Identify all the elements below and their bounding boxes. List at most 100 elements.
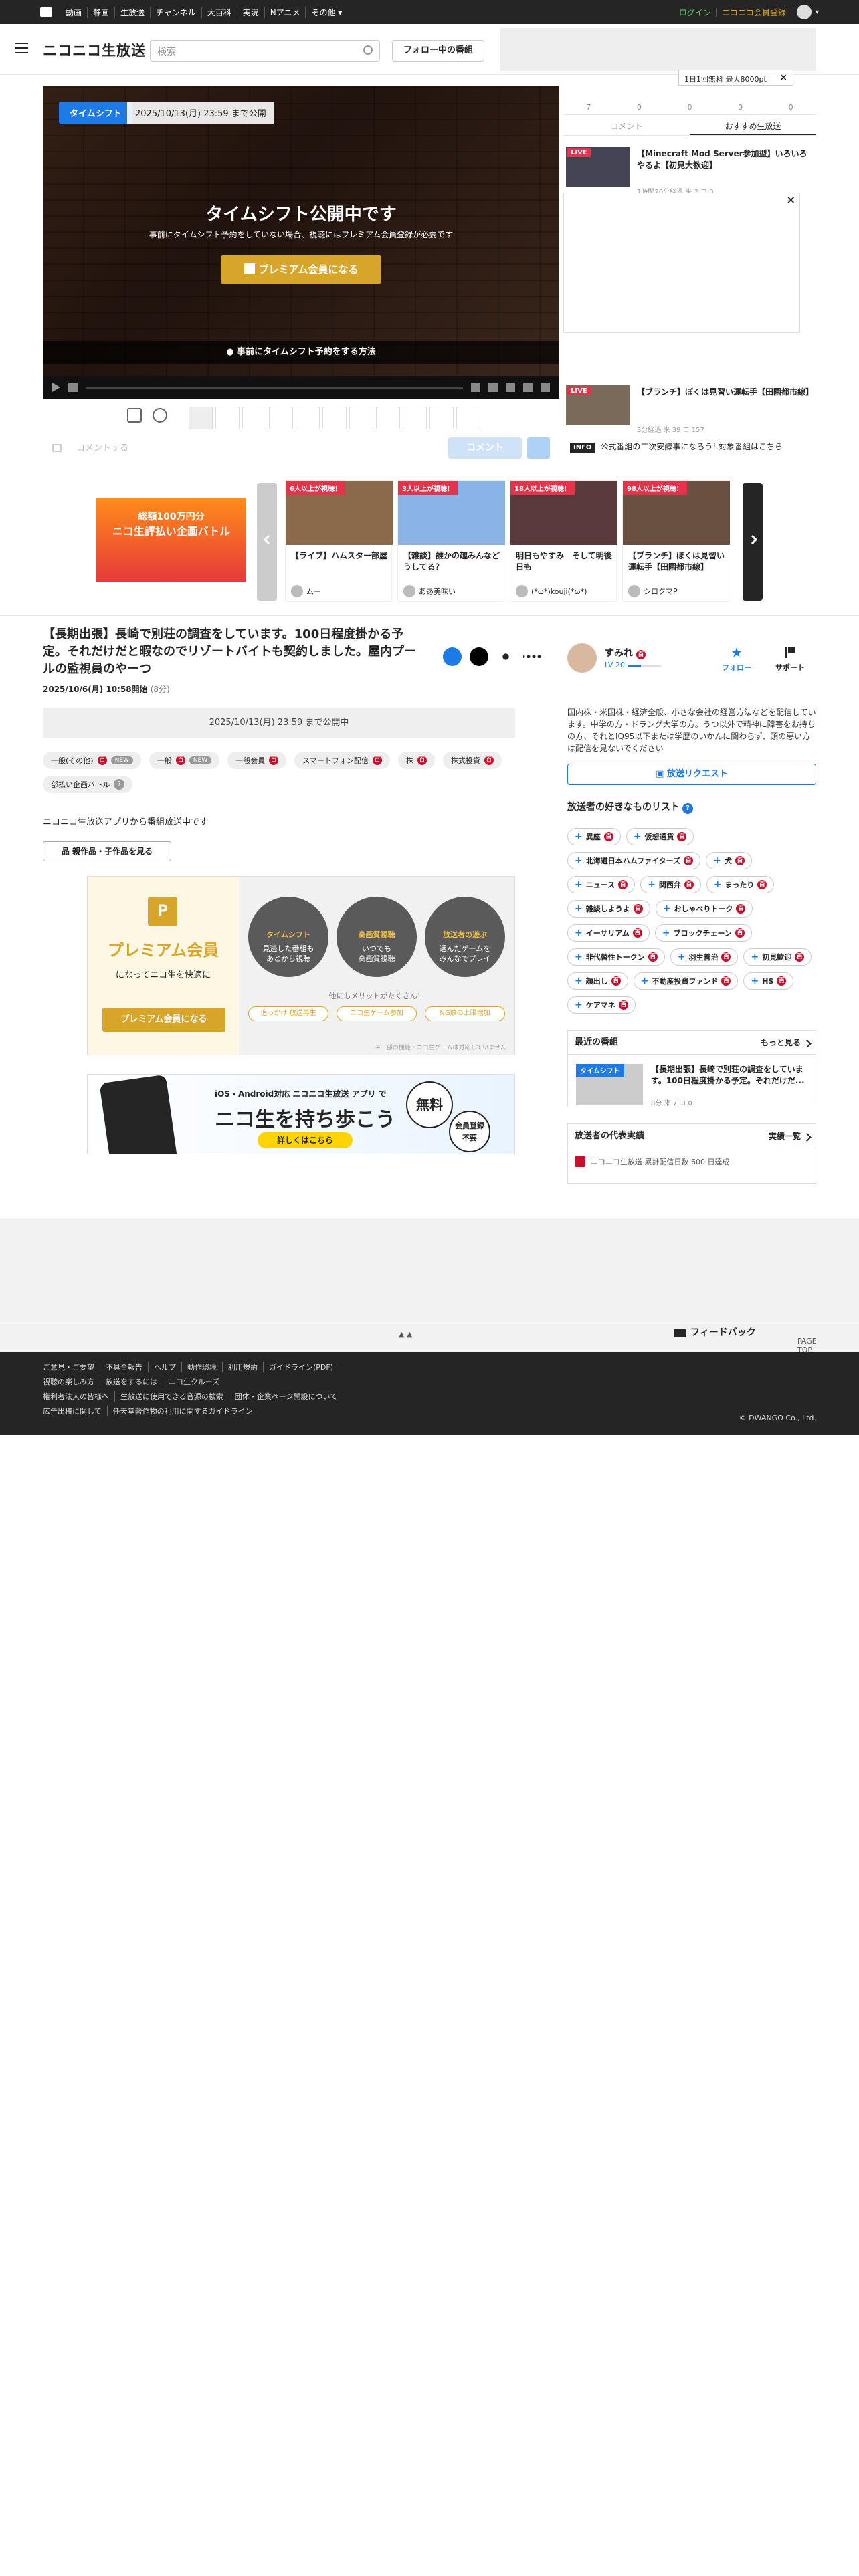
dic-icon[interactable]: 百 bbox=[684, 880, 694, 889]
fav-item[interactable]: + 仮想通貨百 bbox=[626, 828, 694, 845]
footer-link[interactable]: 広告出稿に関して bbox=[43, 1406, 107, 1416]
footer-link[interactable]: 利用規約 bbox=[222, 1362, 263, 1372]
dic-icon[interactable]: 百 bbox=[795, 952, 805, 962]
gift-slot[interactable] bbox=[403, 407, 427, 429]
dic-icon[interactable]: 百 bbox=[175, 756, 185, 765]
fav-item[interactable]: + 北海道日本ハムファイターズ百 bbox=[567, 852, 701, 869]
footer-link[interactable]: 任天堂著作物の利用に関するガイドライン bbox=[106, 1406, 258, 1416]
gift-slot[interactable] bbox=[349, 407, 373, 429]
dic-icon[interactable]: 百 bbox=[735, 856, 745, 865]
niconico-tv-icon[interactable] bbox=[40, 7, 52, 17]
share-icon[interactable] bbox=[496, 647, 515, 666]
ad-popup[interactable]: × bbox=[563, 193, 800, 333]
footer-link[interactable]: ガイドライン(PDF) bbox=[263, 1362, 339, 1372]
play-icon[interactable] bbox=[52, 383, 60, 392]
dic-icon[interactable]: 百 bbox=[372, 756, 382, 765]
dic-icon[interactable]: 百 bbox=[97, 756, 107, 765]
close-icon[interactable]: × bbox=[779, 72, 787, 83]
info-row[interactable]: INFO 公式番組の二次安醇事になろう! 対象番組はこちら bbox=[563, 435, 816, 459]
page-top-link[interactable]: ▲ PAGE TOP ▲ bbox=[399, 1330, 817, 1354]
fav-item[interactable]: + 異座百 bbox=[567, 828, 621, 845]
fav-item[interactable]: + ケアマネ百 bbox=[567, 996, 636, 1014]
search-input[interactable]: 検索 bbox=[150, 40, 380, 62]
fav-item[interactable]: + 雑談しようよ百 bbox=[567, 900, 650, 918]
recommend-item[interactable]: LIVE 【ブランチ】ぼくは見習い運転手【田園都市線】 3分経過 来 39 コ … bbox=[566, 385, 814, 436]
footer-link[interactable]: 動作環境 bbox=[181, 1362, 222, 1372]
app-details-button[interactable]: 詳しくはこちら bbox=[258, 1132, 353, 1148]
premium-promo-button[interactable]: プレミアム会員になる bbox=[102, 1008, 225, 1032]
emotion-icon[interactable] bbox=[153, 408, 167, 423]
fav-item[interactable]: + イーサリアム百 bbox=[567, 924, 650, 942]
dic-icon[interactable]: 百 bbox=[677, 832, 687, 841]
fav-item[interactable]: + ブロックチェーン百 bbox=[654, 924, 752, 942]
recent-more-link[interactable]: もっと見る bbox=[761, 1031, 801, 1055]
gift-slot[interactable] bbox=[296, 407, 320, 429]
tag-item[interactable]: 株百 bbox=[397, 752, 435, 769]
reserve-howto-link[interactable]: ● 事前にタイムシフト予約をする方法 bbox=[43, 341, 559, 364]
follow-button[interactable]: フォロー bbox=[719, 647, 755, 673]
header-ad[interactable] bbox=[500, 28, 816, 71]
fav-item[interactable]: + まったり百 bbox=[706, 876, 775, 893]
dic-icon[interactable]: 百 bbox=[611, 976, 621, 986]
avatar[interactable] bbox=[567, 643, 597, 673]
gift-slot[interactable] bbox=[456, 407, 480, 429]
footer-link[interactable]: ご意見・ご要望 bbox=[43, 1362, 100, 1372]
search-icon[interactable] bbox=[363, 45, 373, 55]
tag-item[interactable]: スマートフォン配信百 bbox=[294, 752, 390, 769]
dic-icon[interactable]: 百 bbox=[417, 756, 427, 765]
dic-icon[interactable]: 百 bbox=[484, 756, 494, 765]
fav-item[interactable]: + 初見歓迎百 bbox=[743, 948, 812, 966]
site-logo[interactable]: ニコニコ生放送 bbox=[43, 40, 146, 60]
fav-item[interactable]: + 羽生善治百 bbox=[670, 948, 739, 966]
support-button[interactable]: サポート bbox=[772, 647, 808, 673]
fav-item[interactable]: + 顔出し百 bbox=[567, 972, 628, 990]
nav-seiga[interactable]: 静画 bbox=[87, 6, 114, 18]
nav-nanime[interactable]: Nアニメ bbox=[264, 6, 306, 18]
following-programs-button[interactable]: フォロー中の番組 bbox=[392, 40, 484, 62]
x-share-icon[interactable] bbox=[470, 647, 488, 666]
footer-link[interactable]: ニコ生クルーズ bbox=[163, 1376, 225, 1387]
gift-slot[interactable] bbox=[242, 407, 266, 429]
dic-icon[interactable]: 百 bbox=[269, 756, 279, 765]
achievements-more-link[interactable]: 実績一覧 bbox=[769, 1124, 801, 1148]
footer-link[interactable]: ヘルプ bbox=[148, 1362, 181, 1372]
footer-link[interactable]: 権利者法人の皆様へ bbox=[43, 1391, 114, 1402]
nav-live[interactable]: 生放送 bbox=[114, 6, 150, 18]
chevron-down-icon[interactable]: ▾ bbox=[816, 9, 819, 16]
carousel-card[interactable]: 3人以上が視聴！ 【雑談】誰かの趣みんなどうしてる？ ああ美味い bbox=[397, 480, 505, 602]
footer-link[interactable]: 生放送に使用できる音源の検索 bbox=[114, 1391, 229, 1402]
gift-slot[interactable] bbox=[322, 407, 347, 429]
recent-thumbnail[interactable]: タイムシフト bbox=[576, 1064, 643, 1105]
more-options-icon[interactable] bbox=[523, 647, 542, 666]
broadcaster-name[interactable]: すみれ 百 bbox=[605, 646, 646, 659]
gift-slot[interactable] bbox=[215, 407, 240, 429]
tag-item[interactable]: 一般会員百 bbox=[227, 752, 287, 769]
settings-gear-icon[interactable] bbox=[541, 383, 550, 392]
dic-icon[interactable]: 百 bbox=[721, 952, 731, 962]
dic-icon[interactable]: 百 bbox=[757, 880, 767, 889]
dic-icon[interactable]: 百 bbox=[721, 976, 731, 986]
fav-item[interactable]: + 犬百 bbox=[706, 852, 752, 869]
fav-item[interactable]: + 非代替性トークン百 bbox=[567, 948, 665, 966]
seek-bar[interactable] bbox=[86, 386, 463, 389]
carousel-ad-banner[interactable]: 総額100万円分 ニコ生評払い企画バトル bbox=[96, 498, 246, 582]
tag-item[interactable]: 株式投資百 bbox=[442, 752, 502, 769]
comment-input[interactable]: コメントする bbox=[63, 439, 471, 459]
fav-item[interactable]: + 不動産投資ファンド百 bbox=[633, 972, 739, 990]
tab-comment[interactable]: コメント bbox=[563, 116, 690, 135]
gift-slot[interactable] bbox=[430, 407, 454, 429]
help-icon[interactable]: ? bbox=[114, 779, 125, 790]
carousel-prev-button[interactable] bbox=[257, 483, 277, 601]
carousel-card[interactable]: 6人以上が視聴！ 【ライブ】ハムスター部屋 ムー bbox=[285, 480, 393, 602]
dic-icon[interactable]: 百 bbox=[684, 856, 694, 865]
dic-icon[interactable]: 百 bbox=[633, 904, 643, 914]
dic-icon[interactable]: 百 bbox=[603, 832, 613, 841]
dic-icon[interactable]: 百 bbox=[618, 880, 628, 889]
gift-icon[interactable] bbox=[127, 408, 142, 423]
menu-icon[interactable] bbox=[15, 43, 28, 53]
volume-icon[interactable] bbox=[68, 383, 78, 392]
works-button[interactable]: 品 親作品・子作品を見る bbox=[43, 841, 171, 861]
nav-jikkyo[interactable]: 実況 bbox=[236, 6, 264, 18]
fav-item[interactable]: + 関西弁百 bbox=[640, 876, 701, 893]
gift-slot[interactable] bbox=[269, 407, 293, 429]
